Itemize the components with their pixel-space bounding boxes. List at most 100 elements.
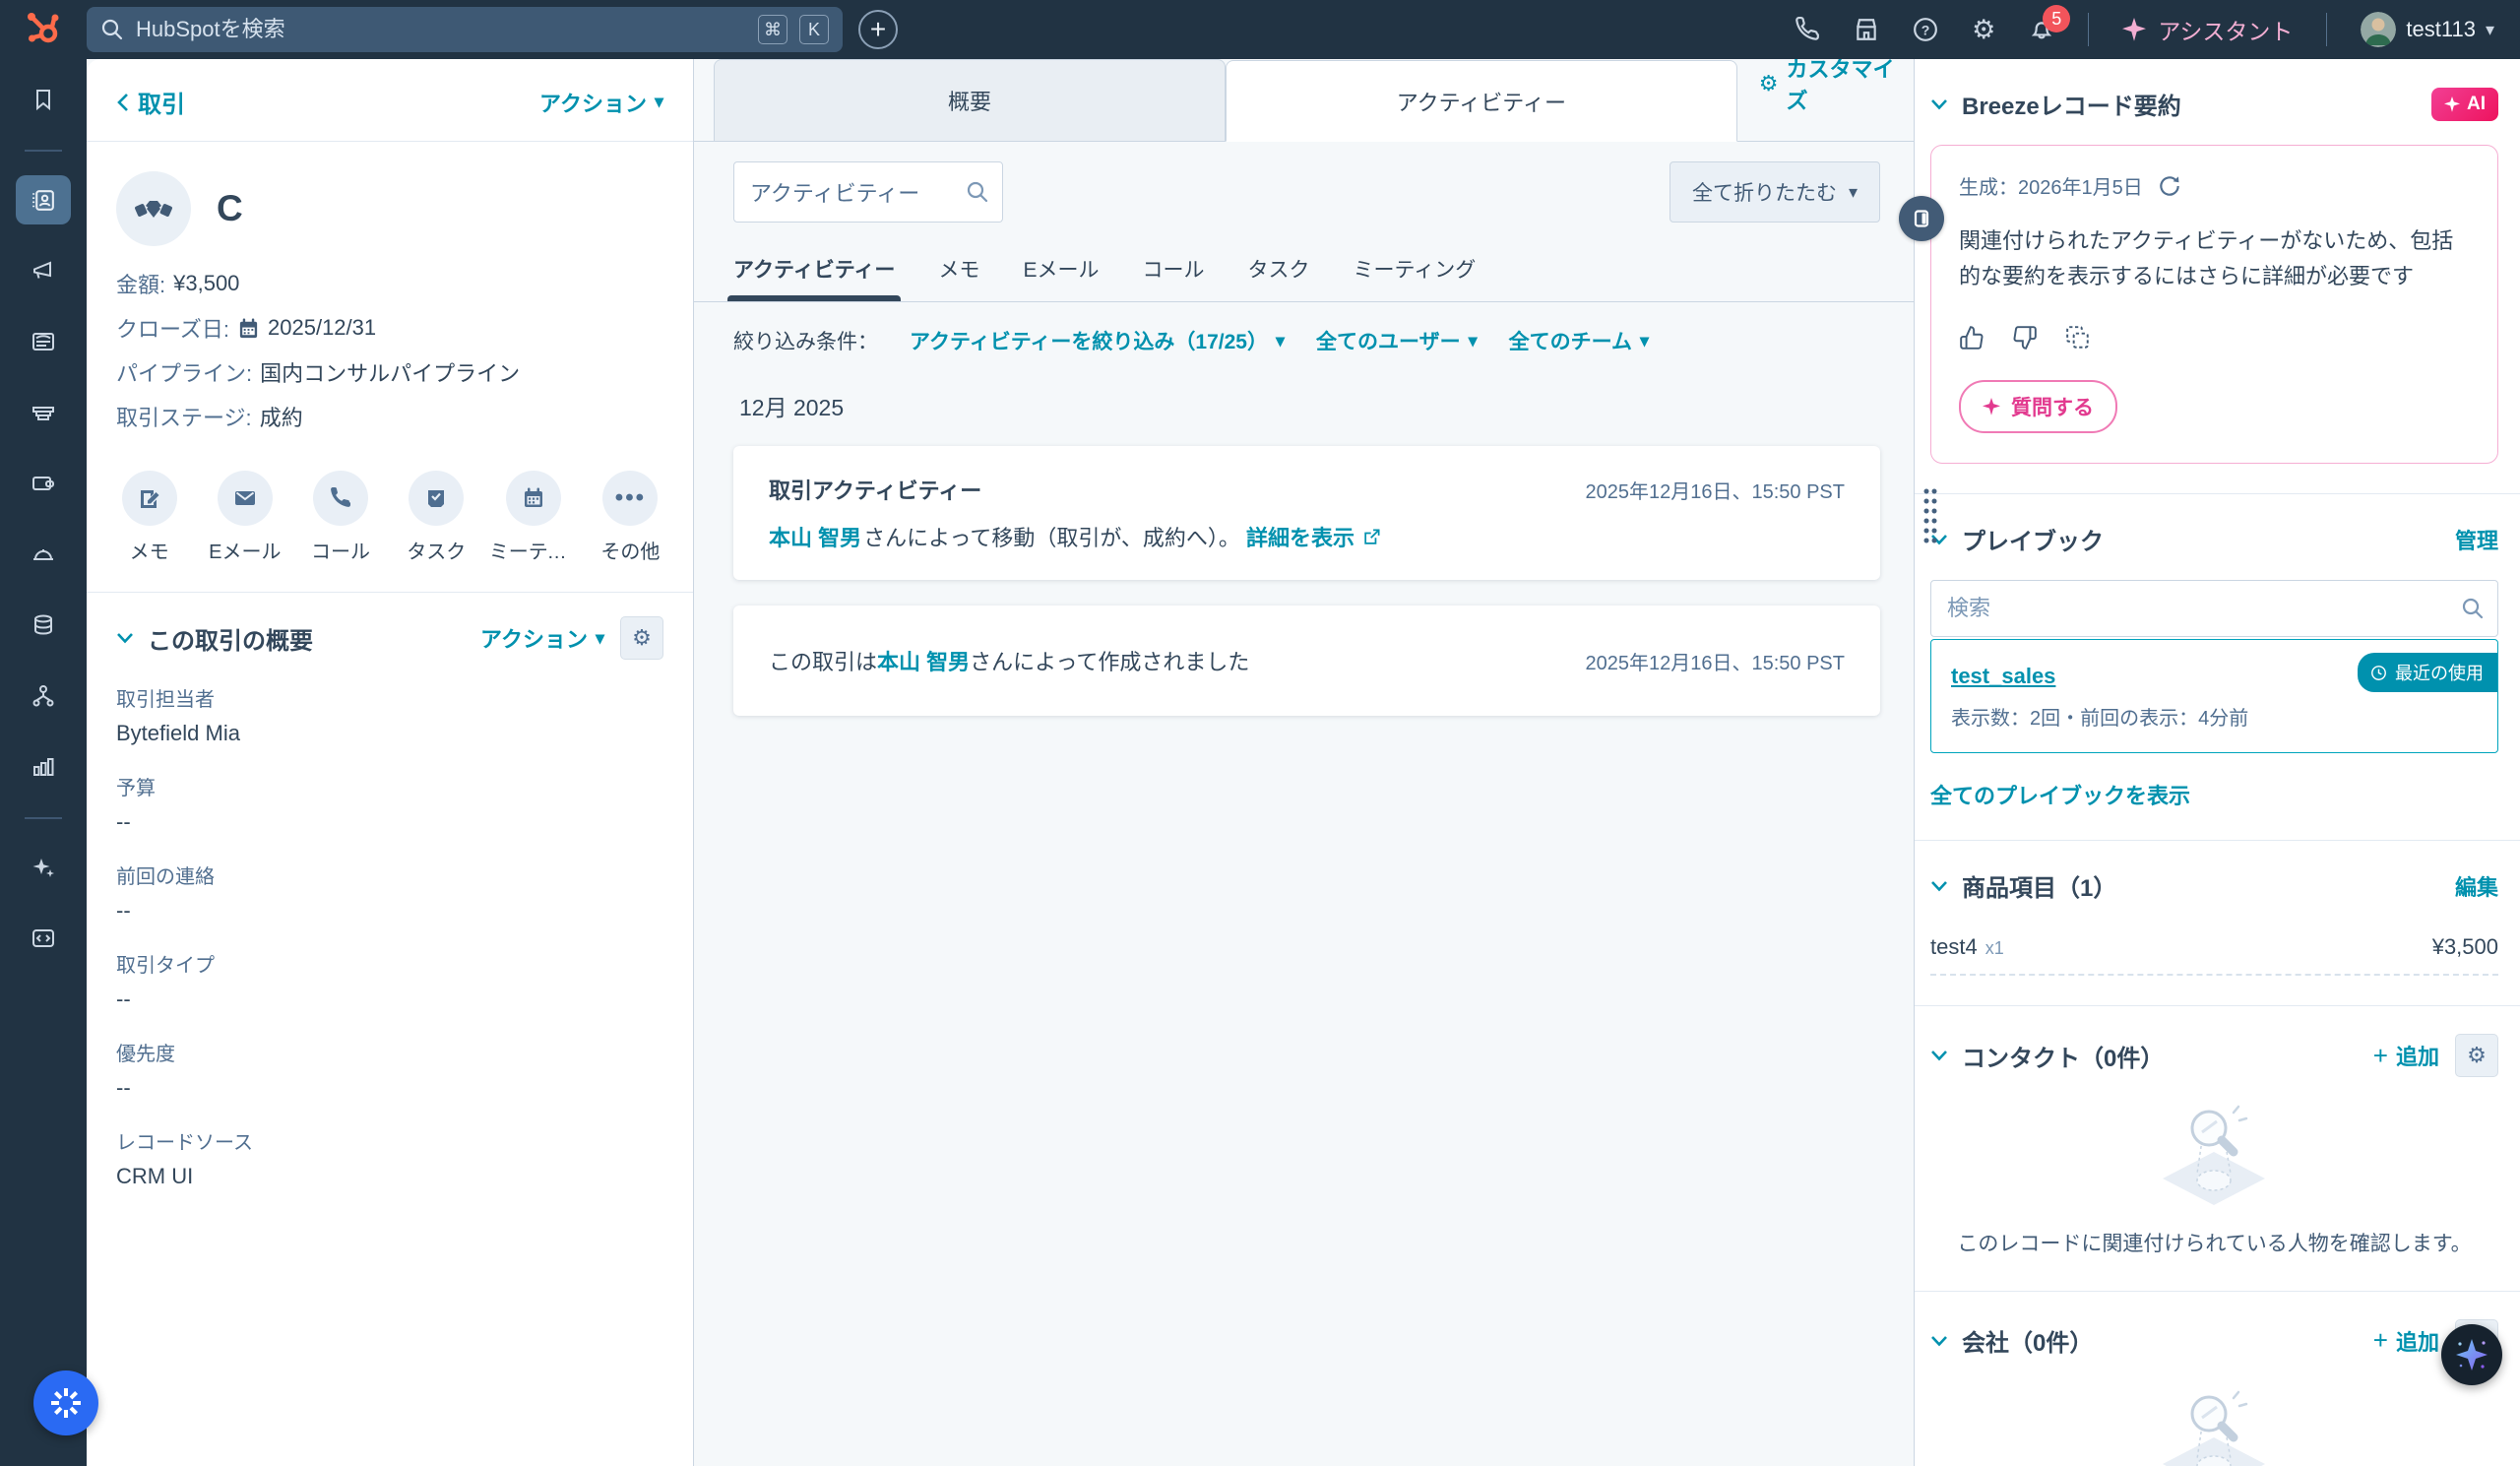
record-middle-column: 概要 アクティビティー ⚙ カスタマイズ 全て折りたたむ ▾ アクティビティー … (694, 59, 1914, 1466)
activity-tab-calls[interactable]: コール (1142, 254, 1204, 301)
chevron-down-icon[interactable] (1930, 880, 1948, 892)
activity-tab-notes[interactable]: メモ (938, 254, 979, 301)
right-panel-collapse-button[interactable] (1899, 196, 1944, 241)
chevron-down-icon[interactable] (1930, 98, 1948, 110)
sidebar-item-service[interactable] (16, 530, 71, 579)
create-button[interactable]: + (858, 10, 898, 49)
activity-tab-all[interactable]: アクティビティー (733, 254, 895, 301)
user-name: test113 (2406, 17, 2476, 42)
activity-search (733, 161, 1003, 223)
meeting-calendar-icon (522, 486, 545, 510)
add-company-button[interactable]: + 追加 (2373, 1325, 2439, 1357)
property-deal-owner: 取引担当者Bytefield Mia (116, 683, 663, 746)
breeze-copilot-button[interactable] (2441, 1324, 2502, 1385)
avatar (2361, 12, 2396, 47)
collapse-all-button[interactable]: 全て折りたたむ ▾ (1670, 161, 1880, 223)
note-button[interactable]: メモ (106, 471, 192, 564)
property-last-contacted: 前回の連絡-- (116, 860, 663, 924)
page-title: C (217, 188, 243, 229)
stage-value[interactable]: 成約 (260, 401, 303, 432)
sidebar-item-marketing[interactable] (16, 246, 71, 295)
copy-button[interactable] (2065, 325, 2091, 351)
overview-actions-dropdown[interactable]: アクション ▾ (480, 622, 604, 654)
card-drag-handle[interactable] (1922, 486, 1937, 543)
playbook-link[interactable]: test_sales (1951, 664, 2055, 689)
playbook-search-input[interactable] (1930, 580, 2498, 637)
global-search-input[interactable] (136, 17, 746, 42)
rail-divider (25, 817, 62, 819)
view-all-playbooks-link[interactable]: 全てのプレイブックを表示 (1930, 779, 2190, 810)
tab-activities[interactable]: アクティビティー (1226, 60, 1737, 142)
view-details-link[interactable]: 詳細を表示 (1246, 521, 1381, 552)
task-button[interactable]: タスク (394, 471, 479, 564)
back-to-deals-link[interactable]: 取引 (116, 85, 185, 119)
activity-search-input[interactable] (733, 161, 1003, 223)
settings-button[interactable]: ⚙ (1972, 15, 1995, 45)
account-menu[interactable]: test113 ▾ (2361, 12, 2494, 47)
close-date-value[interactable]: 2025/12/31 (268, 315, 376, 341)
add-contact-button[interactable]: + 追加 (2373, 1040, 2439, 1071)
contacts-section-title: コンタクト（0件） (1962, 1039, 2373, 1073)
filter-teams-dropdown[interactable]: 全てのチーム▾ (1509, 326, 1649, 355)
meeting-button[interactable]: ミーティ… (489, 471, 578, 564)
contacts-section: コンタクト（0件） + 追加 ⚙ このレコードに関連付けられている人物を確認しま… (1915, 1006, 2520, 1292)
svg-text:?: ? (1922, 22, 1930, 37)
external-link-icon (1362, 528, 1381, 546)
edit-line-items-link[interactable]: 編集 (2455, 870, 2498, 902)
manage-playbooks-link[interactable]: 管理 (2455, 524, 2498, 555)
sidebar-item-automations[interactable] (16, 671, 71, 721)
activity-tab-meetings[interactable]: ミーティング (1353, 254, 1476, 301)
calling-button[interactable] (1795, 17, 1820, 42)
sidebar-item-breeze[interactable] (16, 843, 71, 892)
actor-link[interactable]: 本山 智男 (769, 521, 861, 552)
assistant-button[interactable]: アシスタント (2122, 13, 2293, 46)
regenerate-icon[interactable] (2157, 173, 2182, 199)
thumbs-up-button[interactable] (1959, 325, 1984, 351)
filter-users-dropdown[interactable]: 全てのユーザー▾ (1316, 326, 1478, 355)
sidebar-item-sales[interactable] (16, 388, 71, 437)
amount-value: ¥3,500 (173, 271, 239, 296)
contacts-settings-button[interactable]: ⚙ (2455, 1034, 2498, 1077)
marketplace-button[interactable] (1854, 17, 1879, 42)
activity-type-tabs: アクティビティー メモ Eメール コール タスク ミーティング (694, 238, 1914, 302)
email-button[interactable]: Eメール (202, 471, 287, 564)
more-actions-button[interactable]: ••• その他 (588, 471, 673, 564)
amount-label: 金額: (116, 268, 165, 299)
chevron-down-icon[interactable] (116, 632, 134, 644)
caret-down-icon: ▾ (655, 92, 663, 112)
sidebar-item-content[interactable] (16, 317, 71, 366)
actor-link[interactable]: 本山 智男 (877, 645, 970, 676)
sidebar-item-reporting[interactable] (16, 742, 71, 792)
sidebar-item-development[interactable] (16, 914, 71, 963)
filter-activity-dropdown[interactable]: アクティビティーを絞り込み（17/25）▾ (910, 326, 1285, 355)
handshake-icon (134, 189, 173, 228)
ask-breeze-button[interactable]: 質問する (1959, 380, 2117, 433)
customize-tabs-button[interactable]: ⚙ カスタマイズ (1759, 52, 1914, 115)
notification-badge: 5 (2043, 5, 2070, 32)
activity-tab-tasks[interactable]: タスク (1247, 254, 1309, 301)
sidebar-item-commerce[interactable] (16, 459, 71, 508)
activity-tab-email[interactable]: Eメール (1023, 254, 1099, 301)
tab-overview[interactable]: 概要 (714, 59, 1226, 141)
global-search: ⌘ K (87, 7, 843, 52)
help-widget-button[interactable] (33, 1370, 98, 1435)
activity-body-prefix: この取引は (769, 650, 877, 674)
record-actions-dropdown[interactable]: アクション ▾ (539, 87, 663, 118)
storefront-icon (1854, 17, 1879, 42)
sidebar-item-bookmarks[interactable] (16, 75, 71, 124)
chevron-down-icon[interactable] (1930, 1050, 1948, 1061)
thumbs-down-button[interactable] (2012, 325, 2038, 351)
breeze-summary-card: 生成：2026年1月5日 関連付けられたアクティビティーがないため、包括的な要約… (1930, 145, 2498, 464)
sidebar-item-crm[interactable] (16, 175, 71, 224)
overview-settings-button[interactable]: ⚙ (620, 616, 663, 660)
call-button[interactable]: コール (297, 471, 383, 564)
chevron-down-icon[interactable] (1930, 1335, 1948, 1347)
sidebar-item-data[interactable] (16, 601, 71, 650)
notifications-button[interactable]: 5 (2029, 17, 2054, 42)
shortcut-cmd-key: ⌘ (758, 15, 788, 44)
help-button[interactable]: ? (1913, 17, 1938, 42)
pipeline-value[interactable]: 国内コンサルパイプライン (260, 356, 520, 388)
main-nav-rail (0, 59, 87, 1466)
hubspot-logo[interactable] (0, 9, 87, 50)
caret-down-icon: ▾ (1276, 331, 1285, 351)
